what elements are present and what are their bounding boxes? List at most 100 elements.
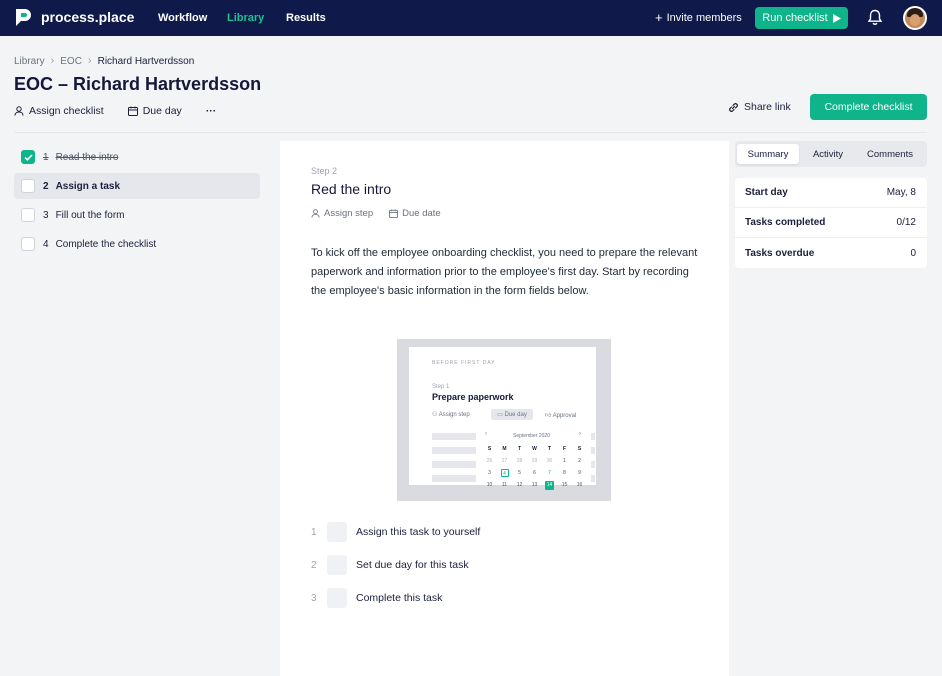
step-panel: Step 2 Red the intro Assign step Due dat… bbox=[280, 141, 729, 676]
due-day-button[interactable]: Due day bbox=[127, 105, 182, 117]
calendar-day: 6 bbox=[533, 470, 536, 476]
preview-title: Prepare paperwork bbox=[432, 392, 514, 402]
invite-members-label: Invite members bbox=[666, 12, 742, 24]
todo-checkbox[interactable] bbox=[327, 522, 347, 542]
task-label: Complete the checklist bbox=[55, 238, 157, 250]
assign-checklist-button[interactable]: Assign checklist bbox=[14, 105, 104, 117]
bell-icon[interactable] bbox=[867, 9, 883, 26]
task-item[interactable]: 3 Fill out the form bbox=[14, 202, 260, 228]
nav-results[interactable]: Results bbox=[286, 12, 326, 24]
calendar-selected-day: 14 bbox=[545, 480, 554, 490]
run-checklist-button[interactable]: Run checklist bbox=[755, 7, 848, 29]
preview-card: BEFORE FIRST DAY Step 1 Prepare paperwor… bbox=[409, 347, 596, 490]
todo-item: 2 Set due day for this task bbox=[311, 555, 469, 575]
todo-checkbox[interactable] bbox=[327, 588, 347, 608]
thumbs-up-icon: 👍︎ bbox=[545, 413, 553, 419]
preview-step-label: Step 1 bbox=[432, 384, 450, 390]
summary-value: 0/12 bbox=[896, 217, 916, 228]
breadcrumb: Library › EOC › Richard Hartverdsson bbox=[14, 55, 194, 67]
nav-library[interactable]: Library bbox=[227, 12, 264, 24]
task-item[interactable]: 4 Complete the checklist bbox=[14, 231, 260, 257]
preview-due-label: Due day bbox=[504, 411, 527, 418]
more-options-button[interactable]: ··· bbox=[206, 105, 217, 117]
calendar-day: 14 bbox=[542, 480, 557, 490]
avatar[interactable] bbox=[903, 6, 927, 30]
calendar-day: 1 bbox=[563, 458, 566, 464]
calendar-day: 29 bbox=[531, 458, 538, 464]
weekday: S bbox=[487, 446, 492, 452]
task-number: 4 bbox=[43, 238, 49, 250]
preview-section-label: BEFORE FIRST DAY bbox=[432, 360, 496, 366]
calendar-day: 16 bbox=[576, 482, 583, 488]
task-number: 2 bbox=[43, 180, 49, 192]
task-label: Fill out the form bbox=[55, 209, 125, 221]
breadcrumb-current: Richard Hartverdsson bbox=[97, 55, 195, 67]
summary-row-start-day: Start day May, 8 bbox=[735, 178, 927, 208]
placeholder-bar bbox=[591, 433, 595, 440]
invite-members-button[interactable]: + Invite members bbox=[655, 10, 742, 25]
calendar-day: 27 bbox=[501, 458, 508, 464]
chevron-right-icon: › bbox=[50, 55, 55, 67]
user-icon: ⚇ bbox=[432, 412, 439, 418]
placeholder-bar bbox=[591, 461, 595, 468]
due-day-label: Due day bbox=[142, 105, 182, 117]
calendar-icon bbox=[389, 209, 399, 218]
weekday: T bbox=[547, 446, 552, 452]
logo[interactable]: process.place bbox=[13, 7, 134, 27]
todo-number: 1 bbox=[311, 526, 317, 538]
complete-checklist-button[interactable]: Complete checklist bbox=[810, 94, 927, 120]
task-item[interactable]: 1 Read the intro bbox=[14, 144, 260, 170]
calendar-day: 26 bbox=[486, 458, 493, 464]
calendar-day: 4 bbox=[497, 469, 512, 477]
todo-number: 2 bbox=[311, 559, 317, 571]
checklist-toolbar: Assign checklist Due day ··· bbox=[14, 105, 216, 117]
calendar-day: 5 bbox=[518, 470, 521, 476]
task-item[interactable]: 2 Assign a task bbox=[14, 173, 260, 199]
placeholder-bar bbox=[591, 475, 595, 482]
task-label: Assign a task bbox=[55, 180, 121, 192]
chevron-left-icon: ‹ bbox=[485, 431, 487, 437]
assign-step-label: Assign step bbox=[324, 208, 374, 219]
step-description: To kick off the employee onboarding chec… bbox=[311, 247, 698, 297]
calendar-day: 3 bbox=[488, 470, 491, 476]
todo-number: 3 bbox=[311, 592, 317, 604]
placeholder-bar bbox=[432, 475, 476, 482]
tab-comments[interactable]: Comments bbox=[859, 144, 921, 164]
due-date-button[interactable]: Due date bbox=[389, 208, 441, 219]
calendar-day: 30 bbox=[546, 458, 553, 464]
summary-value: 0 bbox=[910, 247, 916, 259]
task-checkbox[interactable] bbox=[21, 150, 35, 164]
summary-row-tasks-overdue: Tasks overdue 0 bbox=[735, 238, 927, 268]
calendar-today: 4 bbox=[500, 469, 509, 477]
calendar-day: 7 bbox=[548, 470, 551, 476]
weekday: T bbox=[517, 446, 522, 452]
todo-checkbox[interactable] bbox=[327, 555, 347, 575]
share-link-label: Share link bbox=[744, 101, 791, 113]
placeholder-bar bbox=[432, 447, 476, 454]
weekday: W bbox=[532, 446, 537, 452]
logo-text: process.place bbox=[41, 9, 135, 25]
header-divider bbox=[14, 132, 927, 133]
summary-key: Tasks overdue bbox=[745, 247, 815, 259]
nav-workflow[interactable]: Workflow bbox=[158, 12, 207, 24]
breadcrumb-eoc[interactable]: EOC bbox=[60, 56, 82, 67]
breadcrumb-library[interactable]: Library bbox=[14, 56, 45, 67]
summary-key: Tasks completed bbox=[745, 217, 826, 228]
share-link-button[interactable]: Share link bbox=[728, 101, 791, 113]
preview-image: BEFORE FIRST DAY Step 1 Prepare paperwor… bbox=[397, 339, 611, 501]
page-header: Library › EOC › Richard Hartverdsson EOC… bbox=[0, 36, 942, 133]
weekday: S bbox=[577, 446, 582, 452]
preview-assign-label: Assign step bbox=[438, 412, 470, 418]
step-label: Step 2 bbox=[311, 166, 338, 176]
task-checkbox[interactable] bbox=[21, 208, 35, 222]
tab-summary[interactable]: Summary bbox=[737, 144, 799, 164]
assign-step-button[interactable]: Assign step bbox=[311, 208, 373, 219]
tab-activity[interactable]: Activity bbox=[801, 144, 855, 164]
task-number: 1 bbox=[43, 151, 49, 163]
task-checkbox[interactable] bbox=[21, 179, 35, 193]
calendar-day: 8 bbox=[563, 470, 566, 476]
user-icon bbox=[14, 106, 24, 116]
plus-icon: + bbox=[655, 10, 663, 25]
step-title: Red the intro bbox=[311, 181, 392, 197]
task-checkbox[interactable] bbox=[21, 237, 35, 251]
